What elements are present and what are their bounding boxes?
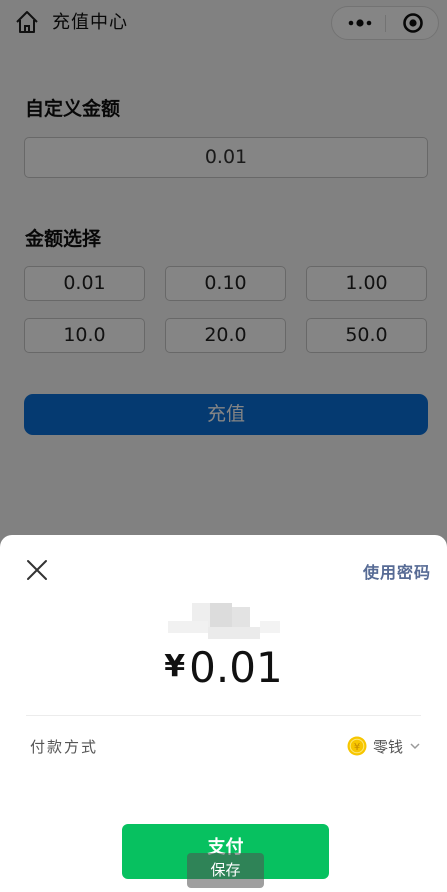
svg-text:¥: ¥: [354, 742, 360, 753]
divider: [26, 715, 421, 716]
coin-icon: ¥: [347, 736, 367, 756]
chevron-down-icon: [410, 743, 420, 750]
close-icon[interactable]: [26, 559, 48, 581]
avatar: [168, 591, 280, 643]
save-button[interactable]: 保存: [187, 853, 264, 888]
payment-sheet: 使用密码 ¥0.01 付款方式 ¥ 零钱 支付: [0, 535, 447, 892]
payment-method-label: 付款方式: [30, 738, 99, 756]
payment-method-value: 零钱: [372, 737, 403, 756]
currency-symbol: ¥: [164, 649, 186, 684]
payment-method-selector[interactable]: ¥ 零钱: [347, 735, 421, 757]
use-password-link[interactable]: 使用密码: [363, 559, 431, 583]
payment-amount: ¥0.01: [0, 643, 447, 692]
amount-value: 0.01: [189, 643, 283, 692]
